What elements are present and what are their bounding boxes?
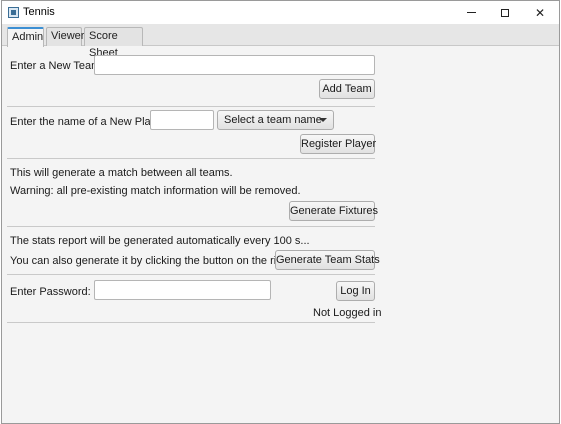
password-field[interactable]: [94, 280, 271, 300]
close-icon: ✕: [534, 5, 546, 20]
maximize-icon: [501, 8, 509, 17]
maximize-button[interactable]: [488, 1, 522, 24]
add-team-button[interactable]: Add Team: [319, 79, 375, 99]
stats-manual-text: You can also generate it by clicking the…: [10, 255, 295, 267]
new-team-input[interactable]: [94, 55, 375, 75]
title-bar: Tennis ✕: [2, 1, 559, 24]
divider: [7, 322, 375, 323]
register-player-button[interactable]: Register Player: [300, 134, 376, 154]
fixtures-warning-text: Warning: all pre-existing match informat…: [10, 185, 301, 197]
password-label: Enter Password:: [10, 286, 91, 298]
minimize-icon: [466, 12, 476, 13]
divider: [7, 158, 375, 159]
new-team-label: Enter a New Team:: [10, 60, 104, 72]
minimize-button[interactable]: [454, 1, 488, 24]
divider: [7, 274, 375, 275]
tab-admin[interactable]: Admin: [7, 27, 44, 47]
new-player-input[interactable]: [150, 110, 214, 130]
tab-viewer[interactable]: Viewer: [46, 27, 84, 46]
app-window: Tennis ✕ Admin Viewer Score Sheet Enter …: [1, 0, 560, 424]
team-select-value: Select a team name: [224, 114, 322, 126]
stats-info-text: The stats report will be generated autom…: [10, 235, 310, 247]
divider: [7, 106, 375, 107]
generate-team-stats-button[interactable]: Generate Team Stats: [275, 250, 380, 270]
chevron-down-icon: [319, 118, 327, 122]
team-select[interactable]: Select a team name: [217, 110, 334, 130]
login-status-text: Not Logged in: [313, 307, 382, 319]
admin-panel: Enter a New Team: Add Team Enter the nam…: [2, 46, 559, 423]
new-player-label: Enter the name of a New Player:: [10, 116, 169, 128]
tab-bar: Admin Viewer Score Sheet: [2, 24, 559, 59]
window-title: Tennis: [23, 6, 55, 18]
tab-score-sheet[interactable]: Score Sheet: [84, 27, 143, 59]
app-icon: [8, 7, 19, 18]
generate-fixtures-button[interactable]: Generate Fixtures: [289, 201, 378, 221]
fixtures-info-text: This will generate a match between all t…: [10, 167, 233, 179]
log-in-button[interactable]: Log In: [336, 281, 375, 301]
divider: [7, 226, 375, 227]
close-button[interactable]: ✕: [523, 1, 557, 24]
